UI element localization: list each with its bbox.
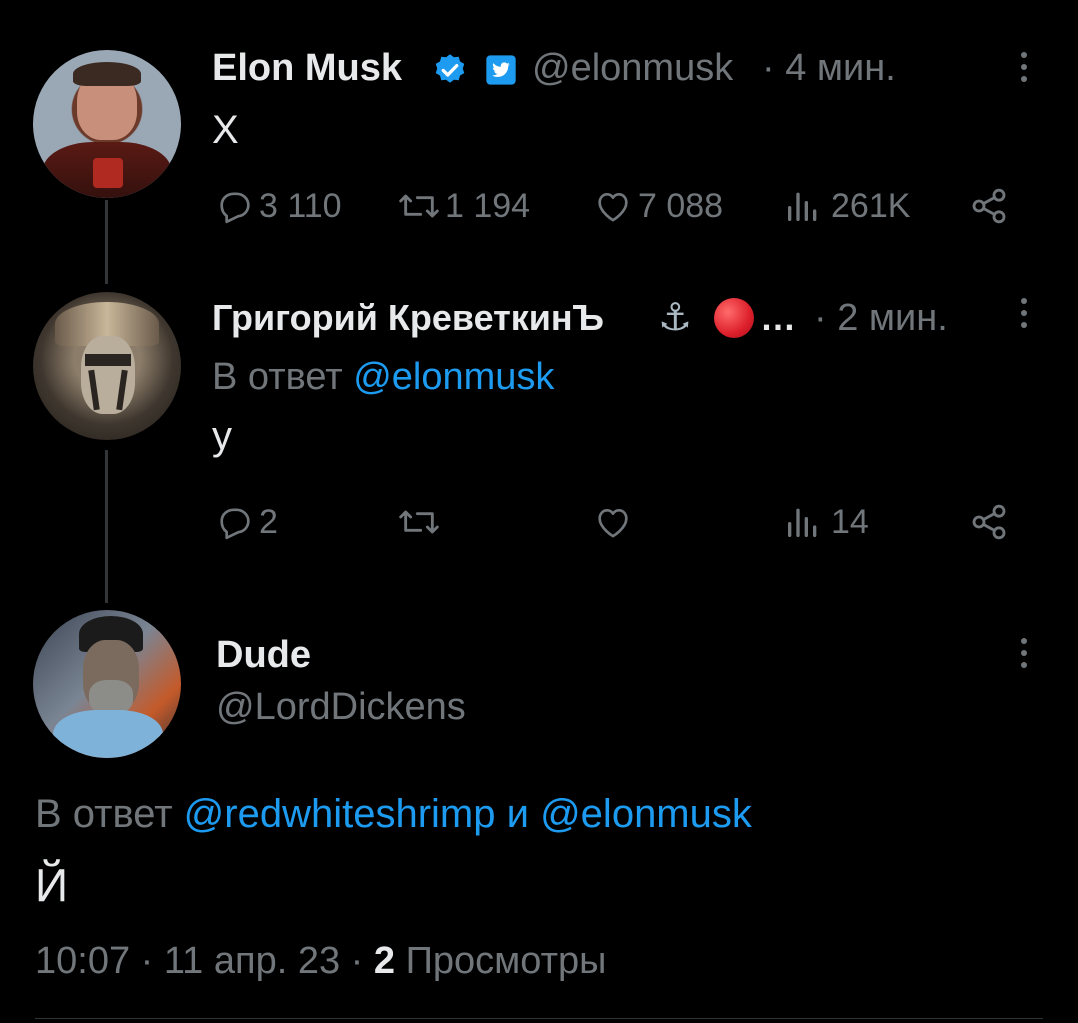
views-button[interactable]: 14 [783,502,869,542]
tweet-text-elon: Х [212,108,239,152]
retweet-button[interactable] [397,502,441,542]
tweet-date[interactable]: · 11 апр. 23 · [141,940,364,982]
twitter-blue-icon [486,55,516,85]
name-ellipsis: … [760,297,796,338]
retweet-icon [399,510,439,534]
avatar-elon[interactable] [33,50,181,198]
reply-prefix: В ответ [212,356,343,398]
views-icon [788,508,817,537]
share-icon [972,504,1006,540]
reply-button[interactable]: 2 [215,502,278,542]
thread-line-1 [105,200,108,284]
reply-prefix: В ответ [35,792,173,836]
author-name-grigory[interactable]: Григорий КреветкинЪ [212,297,604,339]
more-icon[interactable] [1019,52,1029,88]
reply-context-dude: В ответ @redwhiteshrimp и @elonmusk [35,792,752,837]
thread-line-2 [105,450,108,603]
like-button[interactable] [592,502,634,542]
views-button[interactable]: 261K [783,186,910,226]
reply-and: и [506,792,529,836]
anchor-icon: ⚓ [658,297,693,339]
more-icon[interactable] [1019,638,1029,674]
like-icon [598,509,628,538]
retweet-count: 1 194 [445,186,531,225]
timestamp-grigory[interactable]: · 2 мин. [814,297,948,340]
share-button[interactable] [968,502,1010,542]
reply-mention-redwhiteshrimp[interactable]: @redwhiteshrimp [184,792,496,836]
like-count: 7 088 [638,186,724,225]
author-name-dude[interactable]: Dude [216,634,311,677]
reply-mention-elonmusk[interactable]: @elonmusk [540,792,752,836]
reply-count: 2 [259,502,278,541]
like-icon [598,193,628,222]
more-icon[interactable] [1019,298,1029,334]
tweet-text-dude: Й [35,859,69,911]
views-count: 14 [831,502,869,541]
views-count: 261K [831,186,911,225]
like-button[interactable]: 7 088 [592,186,723,226]
reply-context-grigory: В ответ @elonmusk [212,356,554,399]
views-label: Просмотры [405,940,607,982]
avatar-dude[interactable] [33,610,181,758]
reply-icon [220,508,250,540]
retweet-button[interactable]: 1 194 [397,186,530,226]
reply-button[interactable]: 3 110 [215,186,342,226]
timestamp-elon[interactable]: · 4 мин. [762,47,896,90]
divider [35,1018,1043,1019]
views-total: 2 [373,940,396,982]
red-circle-icon [714,298,754,338]
reply-count: 3 110 [259,186,342,225]
reply-mention-elonmusk[interactable]: @elonmusk [353,356,554,398]
share-button[interactable] [968,186,1010,226]
author-handle-dude[interactable]: @LordDickens [216,686,466,729]
tweet-text-grigory: у [212,414,232,458]
author-handle-elon[interactable]: @elonmusk [532,47,733,90]
tweet-time[interactable]: 10:07 [35,940,130,982]
author-name-elon[interactable]: Elon Musk [212,47,402,90]
share-icon [972,188,1006,224]
tweet-meta-dude: 10:07 · 11 апр. 23 · 2 Просмотры [35,940,606,983]
avatar-grigory[interactable] [33,292,181,440]
views-icon [788,192,817,221]
verified-badge-icon [435,54,465,83]
reply-icon [220,192,250,224]
retweet-icon [399,194,439,218]
